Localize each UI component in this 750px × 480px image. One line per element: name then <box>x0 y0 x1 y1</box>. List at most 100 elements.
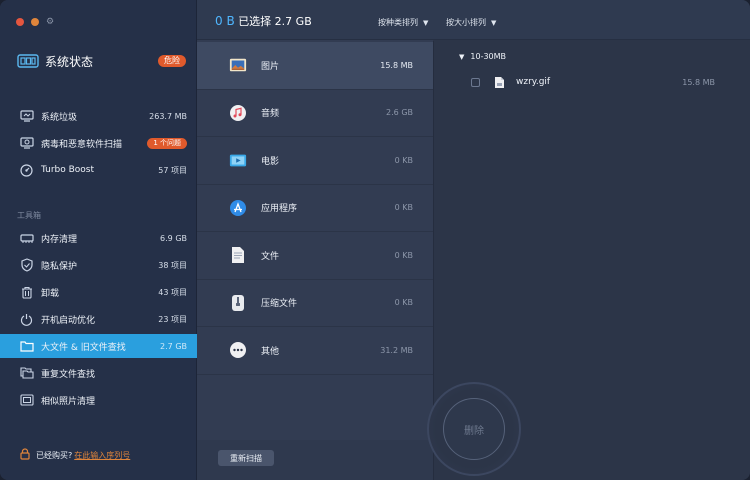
image-icon <box>229 56 247 74</box>
sidebar-item-system-junk[interactable]: 系统垃圾 263.7 MB <box>0 104 197 128</box>
selected-size: 0 B <box>215 14 235 28</box>
system-status-label: 系统状态 <box>45 54 94 69</box>
sidebar-item-value: 57 项目 <box>158 165 187 175</box>
category-archives[interactable]: 压缩文件 0 KB <box>197 280 433 327</box>
size-group-label: 10-30MB <box>470 52 507 61</box>
archive-icon <box>229 294 247 312</box>
photos-icon <box>19 393 34 408</box>
results-toolbar: 0 B 已选择 2.7 GB 按种类排列 ▼ 按大小排列 ▼ <box>197 0 750 40</box>
settings-gear-icon[interactable]: ⚙ <box>46 18 54 27</box>
shield-icon <box>19 258 34 273</box>
category-name: 图片 <box>261 61 280 72</box>
sidebar-item-label: 重复文件查找 <box>41 369 96 380</box>
sidebar-item-similar-photos[interactable]: 相似照片清理 <box>0 388 197 412</box>
lock-icon <box>20 448 30 462</box>
sidebar-item-virus-scan[interactable]: 病毒和恶意软件扫描 1 个问题 <box>0 131 197 155</box>
category-name: 电影 <box>261 156 280 167</box>
category-images[interactable]: 图片 15.8 MB <box>197 42 433 90</box>
category-name: 压缩文件 <box>261 299 298 310</box>
danger-badge: 危险 <box>158 55 186 67</box>
category-size: 0 KB <box>394 250 413 260</box>
category-documents[interactable]: 文件 0 KB <box>197 232 433 280</box>
duplicate-folder-icon <box>19 366 34 381</box>
sidebar-item-startup[interactable]: 开机启动优化 23 项目 <box>0 307 197 331</box>
sidebar-item-duplicates[interactable]: 重复文件查找 <box>0 361 197 385</box>
sort-type-label: 按种类排列 <box>378 18 418 27</box>
close-window-button[interactable] <box>16 18 24 26</box>
category-audio[interactable]: 音频 2.6 GB <box>197 90 433 137</box>
monitor-icon <box>19 109 34 124</box>
memory-chip-icon <box>19 231 34 246</box>
enter-serial-link[interactable]: 在此输入序列号 <box>74 450 130 461</box>
file-size: 15.8 MB <box>682 77 715 87</box>
category-applications[interactable]: 应用程序 0 KB <box>197 185 433 232</box>
movie-icon <box>229 151 247 169</box>
app-window: ⚙ 系统状态 危险 系统垃圾 263.7 MB 病毒和恶意软件扫描 1 个问题 … <box>0 0 750 480</box>
sidebar-item-label: Turbo Boost <box>41 165 95 175</box>
sidebar-item-value: 263.7 MB <box>149 111 187 121</box>
speedometer-icon <box>19 163 34 178</box>
sidebar-item-memory-clean[interactable]: 内存清理 6.9 GB <box>0 226 197 250</box>
category-name: 应用程序 <box>261 204 298 215</box>
sidebar-item-label: 开机启动优化 <box>41 315 96 326</box>
app-store-icon <box>229 199 247 217</box>
sort-by-type-dropdown[interactable]: 按种类排列 ▼ <box>378 17 428 28</box>
caret-down-icon: ▼ <box>491 19 497 27</box>
system-status-row[interactable]: 系统状态 危险 <box>17 52 186 70</box>
sidebar-item-label: 大文件 & 旧文件查找 <box>41 342 126 353</box>
sidebar-item-label: 内存清理 <box>41 234 78 245</box>
sort-by-size-dropdown[interactable]: 按大小排列 ▼ <box>446 17 496 28</box>
sidebar-item-label: 相似照片清理 <box>41 396 96 407</box>
category-movies[interactable]: 电影 0 KB <box>197 137 433 185</box>
category-name: 音频 <box>261 109 280 120</box>
more-dots-icon <box>229 341 247 359</box>
minimize-window-button[interactable] <box>31 18 39 26</box>
file-row[interactable]: wzry.gif 15.8 MB <box>434 71 750 93</box>
size-group-header[interactable]: ▼ 10-30MB <box>459 52 506 61</box>
file-name: wzry.gif <box>516 77 551 87</box>
sidebar-item-value: 38 项目 <box>158 260 187 270</box>
sidebar-item-value: 23 项目 <box>158 314 187 324</box>
selection-summary: 0 B 已选择 2.7 GB <box>215 13 312 29</box>
sidebar-item-large-files[interactable]: 大文件 & 旧文件查找 2.7 GB <box>0 334 197 358</box>
category-size: 0 KB <box>394 203 413 213</box>
selected-text: 已选择 2.7 GB <box>238 15 312 28</box>
virus-monitor-icon <box>19 136 34 151</box>
category-size: 0 KB <box>394 298 413 308</box>
sidebar-item-uninstall[interactable]: 卸载 43 项目 <box>0 280 197 304</box>
rescan-button[interactable]: 重新扫描 <box>218 450 274 466</box>
sidebar-item-label: 卸载 <box>41 288 60 299</box>
category-size: 2.6 GB <box>386 108 413 118</box>
music-note-icon <box>229 104 247 122</box>
sidebar-item-label: 隐私保护 <box>41 261 78 272</box>
power-icon <box>19 312 34 327</box>
category-size: 0 KB <box>394 155 413 165</box>
category-size: 15.8 MB <box>380 60 413 70</box>
purchase-footer: 已经购买? 在此输入序列号 <box>20 448 130 462</box>
caret-down-icon: ▼ <box>423 19 429 27</box>
category-other[interactable]: 其他 31.2 MB <box>197 327 433 375</box>
sidebar-item-value: 2.7 GB <box>160 341 187 351</box>
category-list: 图片 15.8 MB 音频 2.6 GB 电影 0 KB 应用程序 0 KB 文… <box>197 42 433 375</box>
category-name: 文件 <box>261 251 280 262</box>
system-status-icon <box>17 54 39 68</box>
purchase-text: 已经购买? <box>36 450 73 460</box>
file-checkbox[interactable] <box>471 77 480 87</box>
category-size: 31.2 MB <box>380 345 413 355</box>
toolbox-section-title: 工具箱 <box>17 211 41 220</box>
sidebar: ⚙ 系统状态 危险 系统垃圾 263.7 MB 病毒和恶意软件扫描 1 个问题 … <box>0 0 197 480</box>
sidebar-item-value: 43 项目 <box>158 287 187 297</box>
sidebar-item-label: 病毒和恶意软件扫描 <box>41 139 123 150</box>
disclosure-triangle-icon: ▼ <box>459 52 465 61</box>
sort-size-label: 按大小排列 <box>446 18 486 27</box>
sidebar-item-privacy[interactable]: 隐私保护 38 项目 <box>0 253 197 277</box>
delete-button-ring: 删除 <box>427 382 521 476</box>
issue-badge: 1 个问题 <box>147 137 187 149</box>
file-icon <box>495 76 504 88</box>
category-name: 其他 <box>261 346 280 357</box>
sidebar-item-turbo-boost[interactable]: Turbo Boost 57 项目 <box>0 158 197 182</box>
folder-icon <box>19 339 34 354</box>
sidebar-item-label: 系统垃圾 <box>41 112 78 123</box>
sidebar-item-value: 6.9 GB <box>160 233 187 243</box>
delete-button[interactable]: 删除 <box>443 398 505 460</box>
